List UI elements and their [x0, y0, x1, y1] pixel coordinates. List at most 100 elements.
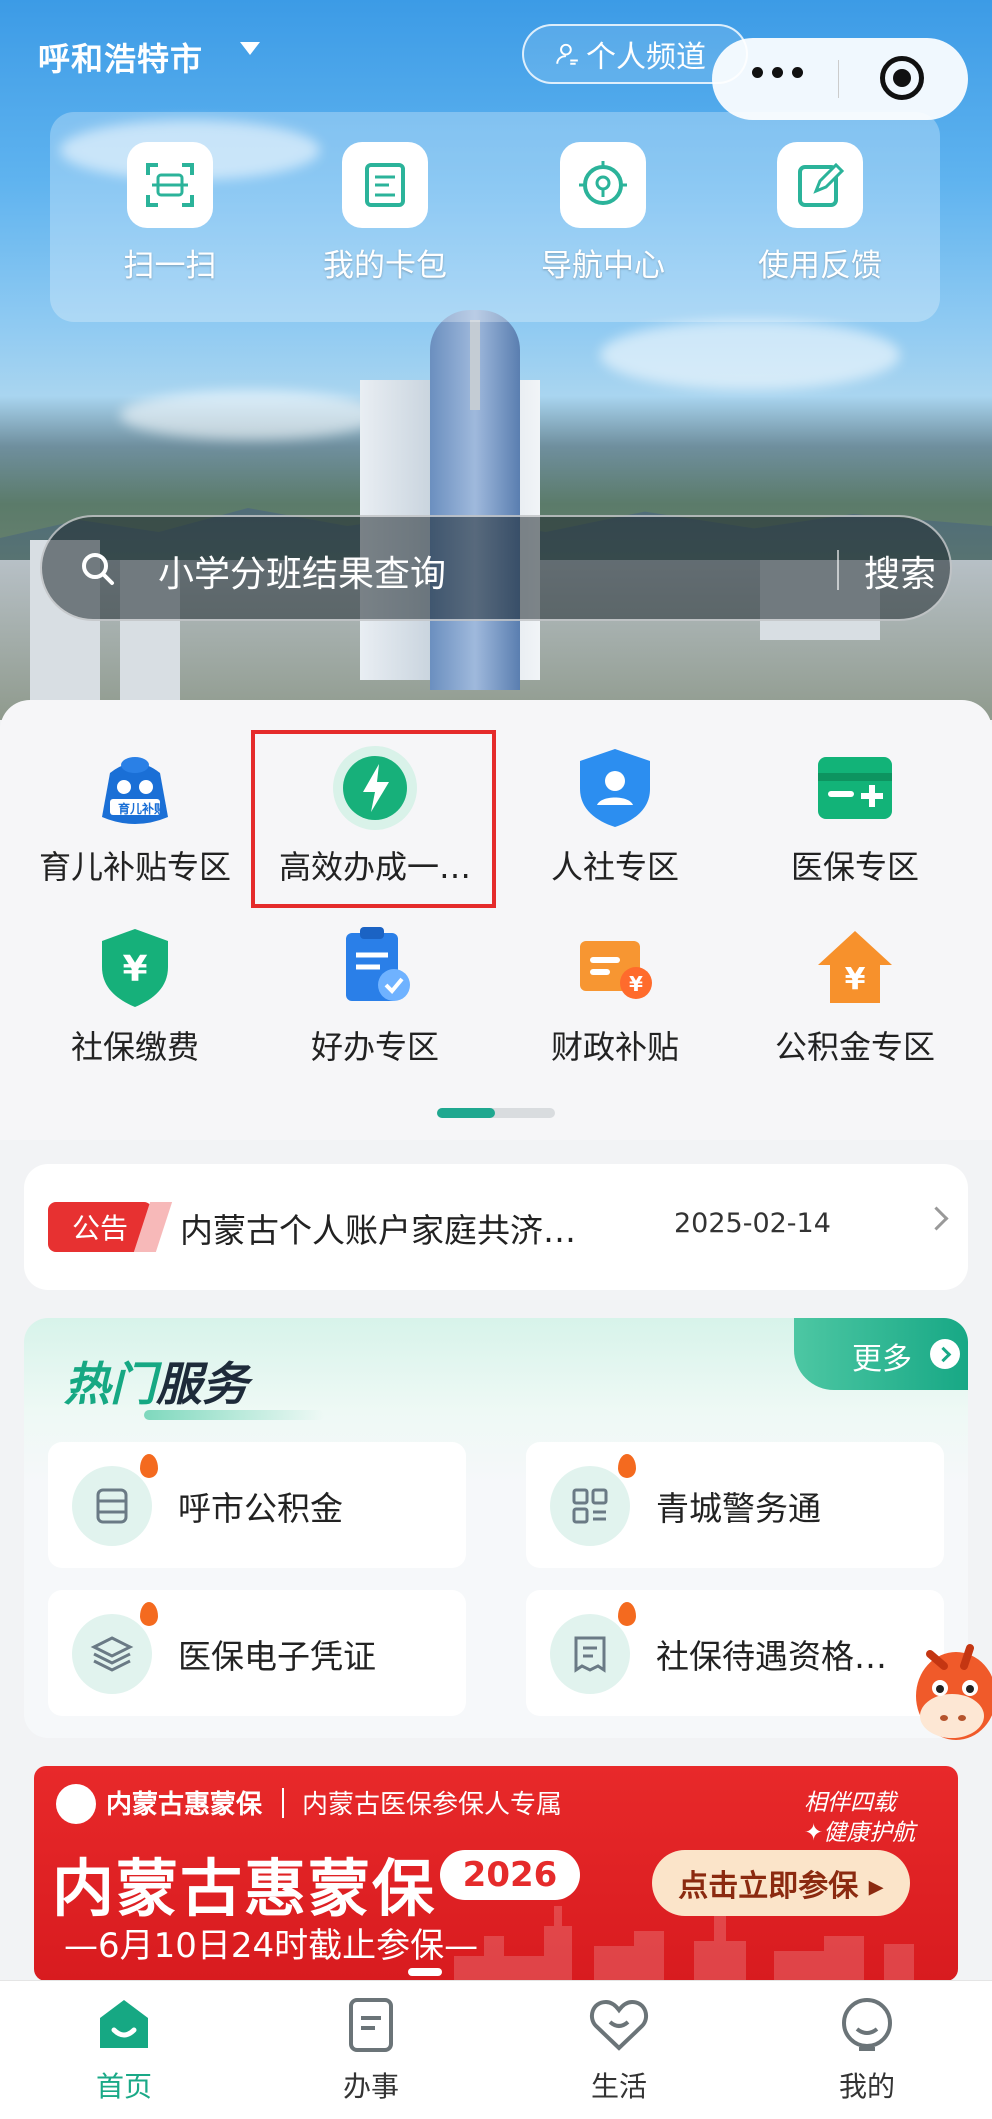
search-bar[interactable]: 小学分班结果查询 搜索: [40, 515, 952, 621]
bottom-tab-bar: 首页 办事 生活 我的: [0, 1980, 992, 2119]
housing-fund-icon: ¥: [807, 920, 903, 1016]
tab-label: 生活: [590, 2070, 647, 2103]
service-label: 人社专区: [550, 848, 679, 886]
banner-subtitle: 内蒙古医保参保人专属: [302, 1790, 563, 1820]
banner-year-badge: 2026: [440, 1850, 580, 1900]
banner-slogan: 相伴四载 ✦健康护航: [804, 1790, 916, 1846]
quick-action-navigation[interactable]: 导航中心: [513, 142, 693, 285]
tasks-icon: [339, 1995, 403, 2055]
tab-label: 办事: [342, 2070, 399, 2103]
cloud: [600, 320, 900, 390]
mascot-horse[interactable]: [900, 1634, 992, 1754]
grid-apps-icon: [550, 1466, 630, 1546]
tab-label: 首页: [95, 2070, 152, 2103]
tab-tasks[interactable]: 办事: [301, 1995, 441, 2105]
tab-home[interactable]: 首页: [54, 1995, 194, 2105]
hot-service-police[interactable]: 青城警务通: [526, 1442, 944, 1568]
notice-tag: 公告: [48, 1202, 152, 1252]
fiscal-subsidy-icon: ¥: [567, 920, 663, 1016]
svg-text:¥: ¥: [845, 962, 866, 997]
service-fiscal-subsidy[interactable]: ¥ 财政补贴: [495, 920, 735, 1068]
service-housing-fund[interactable]: ¥ 公积金专区: [735, 920, 975, 1068]
service-label: 医保专区: [790, 848, 919, 886]
quick-action-label: 我的卡包: [323, 248, 447, 284]
pagination-active: [437, 1108, 495, 1118]
tab-life[interactable]: 生活: [549, 1995, 689, 2105]
chevron-right-icon: [924, 1206, 949, 1231]
banner-deadline: —6月10日24时截止参保—: [64, 1926, 479, 1966]
service-social-security-payment[interactable]: ¥ 社保缴费: [15, 920, 255, 1068]
scan-icon: [127, 142, 213, 228]
medical-insurance-icon: [807, 740, 903, 836]
capsule-divider: [838, 60, 839, 98]
banner-divider: [282, 1788, 284, 1818]
enroll-now-button[interactable]: 点击立即参保 ▸: [652, 1850, 910, 1916]
hot-service-social-security-qualification[interactable]: 社保待遇资格…: [526, 1590, 944, 1716]
quick-actions-panel: 扫一扫 我的卡包 导航中心 使用反馈: [50, 112, 940, 322]
city-selector[interactable]: 呼和浩特市: [38, 34, 203, 80]
tab-profile[interactable]: 我的: [797, 1995, 937, 2105]
personal-channel-label: 个人频道: [586, 40, 706, 75]
cloud: [120, 390, 380, 440]
notice-bar[interactable]: 公告 内蒙古个人账户家庭共济… 2025-02-14: [24, 1164, 968, 1290]
heart-icon: [587, 1995, 651, 2055]
close-target-icon[interactable]: [880, 56, 924, 100]
search-input[interactable]: 小学分班结果查询: [158, 545, 446, 597]
childcare-badge-text: 育儿补贴: [118, 802, 167, 816]
search-button[interactable]: 搜索: [864, 545, 936, 597]
feedback-icon: [777, 142, 863, 228]
childcare-subsidy-icon: [87, 740, 183, 836]
document-icon: [550, 1614, 630, 1694]
service-label: 育儿补贴专区: [38, 848, 231, 886]
hr-social-icon: [567, 740, 663, 836]
tab-label: 我的: [838, 2070, 895, 2103]
chevron-down-icon[interactable]: [240, 42, 260, 55]
building-spire: [470, 320, 480, 410]
service-label: 好办专区: [310, 1028, 439, 1066]
quick-action-label: 使用反馈: [758, 248, 882, 284]
banner-pagination: [408, 1968, 442, 1976]
hot-flame-icon: [618, 1602, 636, 1626]
hot-flame-icon: [618, 1454, 636, 1478]
highlight-box: [251, 730, 496, 908]
chevron-right-circle-icon: [930, 1339, 960, 1369]
search-icon: [82, 553, 114, 585]
social-security-payment-icon: ¥: [87, 920, 183, 1016]
notice-date: 2025-02-14: [674, 1208, 831, 1239]
quick-action-feedback[interactable]: 使用反馈: [730, 142, 910, 285]
service-hr-social[interactable]: 人社专区: [495, 740, 735, 888]
easy-handle-icon: [327, 920, 423, 1016]
card-wallet-icon: [342, 142, 428, 228]
hot-services-title: 热门服务: [64, 1357, 248, 1411]
miniprogram-capsule: [712, 38, 968, 120]
quick-action-label: 扫一扫: [123, 248, 217, 284]
hot-service-label: 呼市公积金: [178, 1489, 343, 1528]
hot-service-label: 青城警务通: [656, 1489, 821, 1528]
service-childcare-subsidy[interactable]: 育儿补贴 育儿补贴专区: [15, 740, 255, 888]
service-label: 财政补贴: [550, 1028, 679, 1066]
hot-service-label: 社保待遇资格…: [656, 1637, 887, 1676]
hot-service-label: 医保电子凭证: [178, 1637, 376, 1676]
banner-title: 内蒙古惠蒙保: [52, 1852, 437, 1925]
hot-services-card: 热门服务 更多 呼市公积金 青城警务通 医保电子凭证 社保待遇资格…: [24, 1318, 968, 1738]
grid-pagination: [437, 1108, 555, 1118]
quick-action-card-wallet[interactable]: 我的卡包: [295, 142, 475, 285]
more-button[interactable]: 更多: [794, 1318, 968, 1390]
service-easy-handle[interactable]: 好办专区: [255, 920, 495, 1068]
promo-banner[interactable]: 内蒙古惠蒙保 内蒙古医保参保人专属 相伴四载 ✦健康护航 内蒙古惠蒙保 2026 …: [34, 1766, 958, 1981]
more-icon[interactable]: [752, 67, 803, 78]
hot-flame-icon: [140, 1454, 158, 1478]
svg-text:¥: ¥: [122, 949, 147, 990]
home-icon: [92, 1995, 156, 2055]
search-divider: [837, 550, 839, 590]
quick-action-scan[interactable]: 扫一扫: [80, 142, 260, 285]
person-icon: [556, 43, 578, 65]
hot-service-medical-certificate[interactable]: 医保电子凭证: [48, 1590, 466, 1716]
layers-icon: [72, 1614, 152, 1694]
database-icon: [72, 1466, 152, 1546]
hot-service-housing-fund[interactable]: 呼市公积金: [48, 1442, 466, 1568]
notice-text: 内蒙古个人账户家庭共济…: [180, 1211, 576, 1250]
navigation-icon: [560, 142, 646, 228]
service-label: 社保缴费: [70, 1028, 199, 1066]
service-medical-insurance[interactable]: 医保专区: [735, 740, 975, 888]
